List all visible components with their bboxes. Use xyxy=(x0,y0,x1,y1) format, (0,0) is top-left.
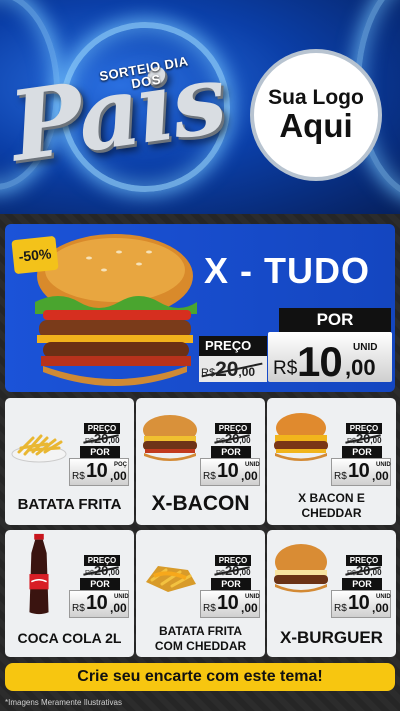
unit-label: UNID xyxy=(114,594,129,600)
featured-por-label: POR xyxy=(279,308,391,332)
product-card[interactable]: PREÇO R$20,00 POR R$ 10 ,00 POÇ BATATA F… xyxy=(5,398,134,525)
unit-label: UNID xyxy=(376,594,391,600)
featured-preco-label: PREÇO xyxy=(199,336,267,356)
unit-label: UNID xyxy=(245,594,260,600)
product-name: BATATA FRITA COM CHEDDAR xyxy=(154,624,247,653)
price-cents: ,00 xyxy=(241,601,258,615)
header-banner: Pais SORTEIO DIA DOS Sua Logo Aqui xyxy=(0,0,400,214)
price-cents: ,00 xyxy=(241,469,258,483)
featured-currency: R$ xyxy=(273,358,298,379)
product-card[interactable]: PREÇO R$20,00 POR R$ 10 ,00 UNID X BACON… xyxy=(267,398,396,525)
por-label: POR xyxy=(342,446,382,458)
price-integer: 10 xyxy=(86,592,108,614)
product-card[interactable]: PREÇO R$20,00 POR R$ 10 ,00 UNID COCA CO… xyxy=(5,530,134,657)
featured-price-integer: 10 xyxy=(297,338,343,385)
product-name: X-BACON xyxy=(151,492,250,515)
price-cents: ,00 xyxy=(110,469,127,483)
product-card[interactable]: PREÇO R$20,00 POR R$ 10 ,00 UNID X-BURGU… xyxy=(267,530,396,657)
por-label: POR xyxy=(342,578,382,590)
fries-image xyxy=(11,434,67,463)
create-flyer-button[interactable]: Crie seu encarte com este tema! xyxy=(5,663,395,691)
featured-product-name: X - TUDO xyxy=(204,250,370,291)
price-integer: 10 xyxy=(86,460,108,482)
cheddar-fries-image xyxy=(146,566,196,592)
price-integer: 10 xyxy=(348,592,370,614)
featured-unit-label: UNID xyxy=(353,342,378,353)
por-label: POR xyxy=(80,446,120,458)
currency: R$ xyxy=(334,471,347,482)
logo-text-line1: Sua Logo xyxy=(268,86,364,109)
discount-badge: -50% xyxy=(11,235,59,275)
product-name: X-BURGUER xyxy=(280,628,383,647)
currency: R$ xyxy=(334,603,347,614)
product-name: BATATA FRITA xyxy=(17,496,122,513)
product-card[interactable]: PREÇO R$20,00 POR R$ 10 ,00 UNID X-BACON xyxy=(136,398,265,525)
unit-label: UNID xyxy=(376,462,391,468)
price-integer: 10 xyxy=(217,460,239,482)
price-cents: ,00 xyxy=(372,601,389,615)
currency: R$ xyxy=(72,471,85,482)
footnote: *Imagens Meramente Ilustrativas xyxy=(5,698,122,707)
currency: R$ xyxy=(72,603,85,614)
price-cents: ,00 xyxy=(372,469,389,483)
product-name: COCA COLA 2L xyxy=(17,630,122,646)
por-label: POR xyxy=(211,578,251,590)
unit-label: UNID xyxy=(245,462,260,468)
price-integer: 10 xyxy=(348,460,370,482)
burger-image xyxy=(274,413,328,461)
product-name: X BACON E CHEDDAR xyxy=(298,491,365,520)
soda-bottle-image xyxy=(29,533,49,615)
burger-image xyxy=(143,415,197,461)
logo-placeholder[interactable]: Sua Logo Aqui xyxy=(250,49,382,181)
por-label: POR xyxy=(80,578,120,590)
unit-label: POÇ xyxy=(114,462,128,468)
burger-image xyxy=(274,544,328,593)
por-label: POR xyxy=(211,446,251,458)
price-integer: 10 xyxy=(217,592,239,614)
currency: R$ xyxy=(203,603,216,614)
price-cents: ,00 xyxy=(110,601,127,615)
currency: R$ xyxy=(203,471,216,482)
logo-text-line2: Aqui xyxy=(279,107,353,144)
product-card[interactable]: PREÇO R$20,00 POR R$ 10 ,00 UNID BATATA … xyxy=(136,530,265,657)
featured-price-cents: ,00 xyxy=(345,355,376,380)
